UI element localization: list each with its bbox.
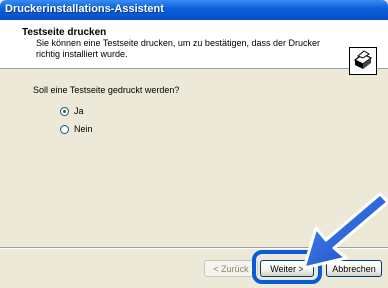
back-button[interactable]: < Zurück <box>204 260 258 277</box>
radio-nein[interactable]: Nein <box>60 123 93 135</box>
pointer-arrow-icon <box>302 192 388 270</box>
title-bar[interactable]: Druckerinstallations-Assistent <box>0 0 388 20</box>
window-title: Druckerinstallations-Assistent <box>5 3 164 15</box>
radio-ja-label: Ja <box>74 106 84 116</box>
question-label: Soll eine Testseite gedruckt werden? <box>33 85 180 95</box>
radio-ja[interactable]: Ja <box>60 105 84 117</box>
wizard-header: Testseite drucken Sie können eine Testse… <box>0 20 388 75</box>
radio-nein-label: Nein <box>74 124 93 134</box>
wizard-window: Druckerinstallations-Assistent Testseite… <box>0 0 388 288</box>
header-subtitle: Sie können eine Testseite drucken, um zu… <box>36 38 320 59</box>
header-title: Testseite drucken <box>22 27 107 38</box>
radio-checked-icon[interactable] <box>60 106 69 116</box>
radio-unchecked-icon[interactable] <box>60 124 69 134</box>
